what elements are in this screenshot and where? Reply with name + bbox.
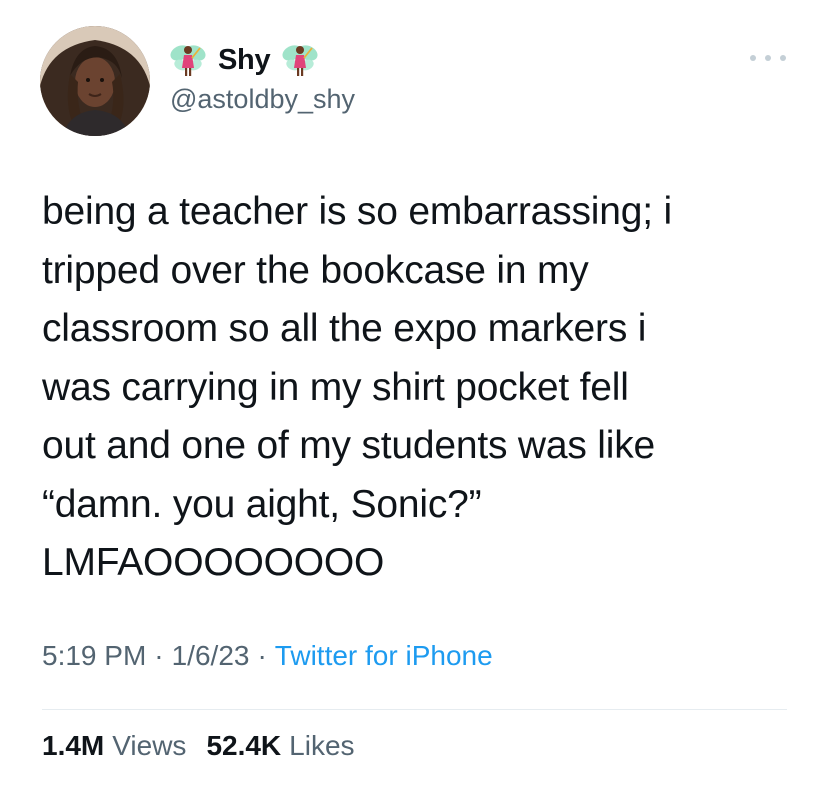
likes-stat[interactable]: 52.4K Likes <box>206 730 354 762</box>
tweet-metadata: 5:19 PM · 1/6/23 · Twitter for iPhone <box>42 640 493 672</box>
more-horizontal-icon <box>750 55 756 61</box>
more-horizontal-icon <box>765 55 771 61</box>
views-label: Views <box>112 730 187 761</box>
views-stat[interactable]: 1.4M Views <box>42 730 186 762</box>
author-handle[interactable]: @astoldby_shy <box>170 84 355 115</box>
tweet-text: being a teacher is so embarrassing; i tr… <box>42 190 672 584</box>
views-count: 1.4M <box>42 730 105 761</box>
tweet-stats: 1.4M Views 52.4K Likes <box>42 730 355 762</box>
author-name-row[interactable]: Shy <box>168 40 320 80</box>
likes-count: 52.4K <box>206 730 282 761</box>
separator: · <box>257 640 267 671</box>
avatar[interactable] <box>40 26 150 136</box>
fairy-icon <box>282 45 318 76</box>
more-horizontal-icon <box>780 55 786 61</box>
tweet-time[interactable]: 5:19 PM <box>42 640 146 672</box>
fairy-icon <box>170 45 206 76</box>
more-options-button[interactable] <box>750 46 786 70</box>
divider <box>42 709 787 710</box>
tweet-source-link[interactable]: Twitter for iPhone <box>275 640 493 672</box>
likes-label: Likes <box>289 730 355 761</box>
tweet-date[interactable]: 1/6/23 <box>172 640 250 672</box>
author-display-name[interactable]: Shy <box>218 44 271 77</box>
separator: · <box>154 640 164 671</box>
